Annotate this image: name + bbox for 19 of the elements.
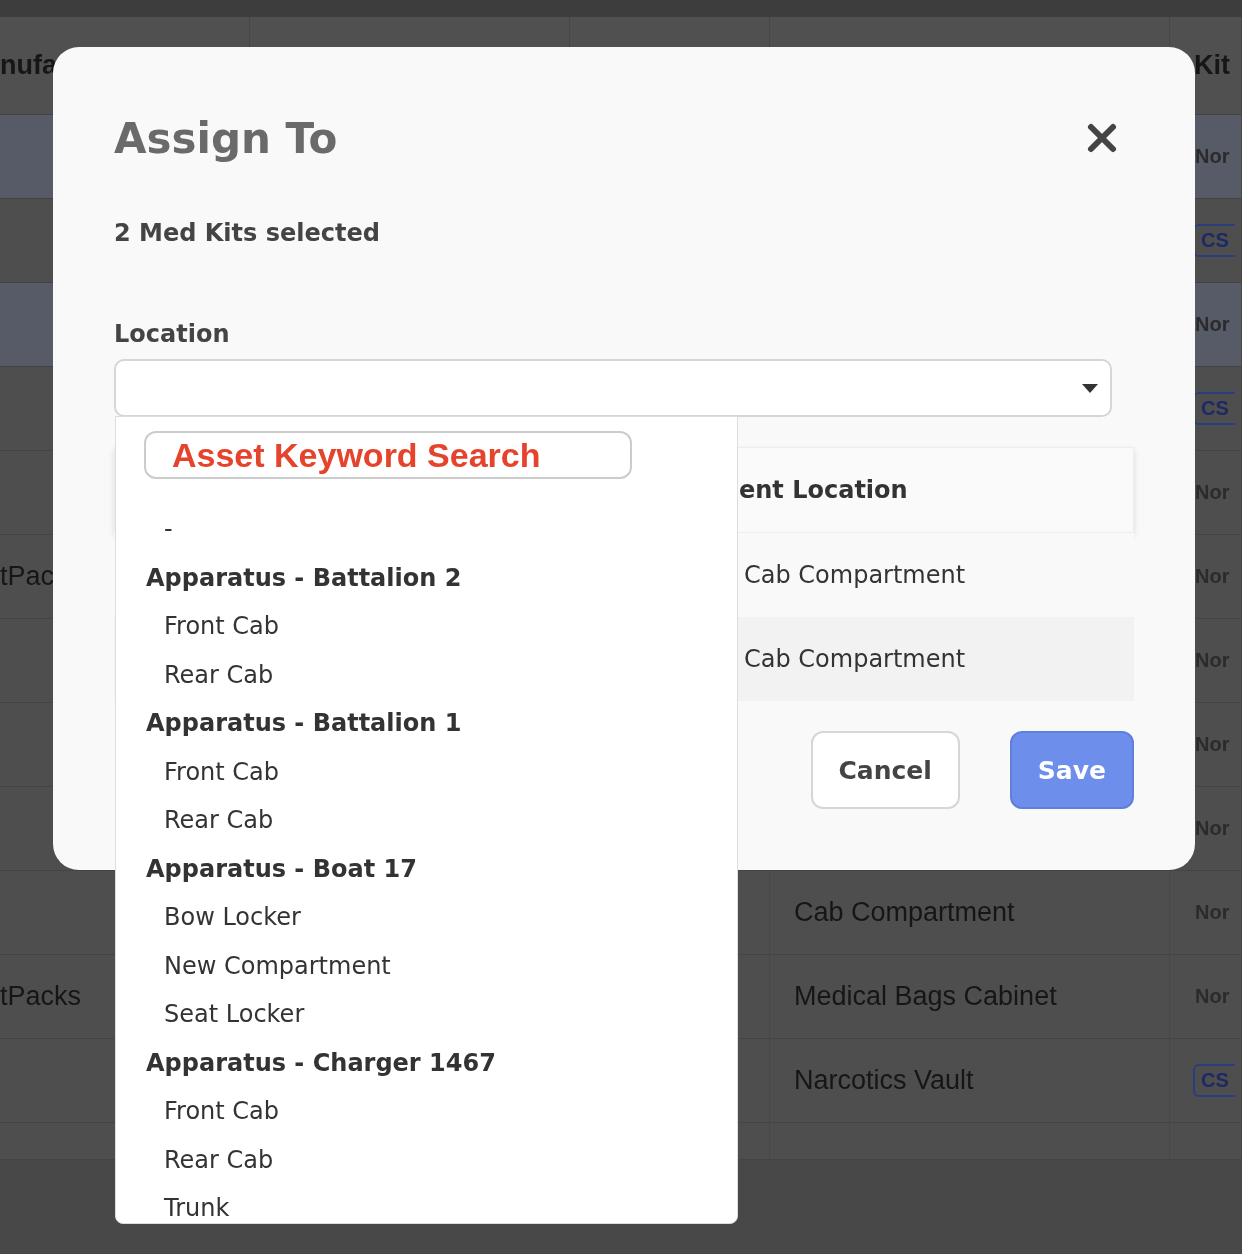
option-group-label: Apparatus - Battalion 2 <box>146 563 462 592</box>
option-group-label: Apparatus - Charger 1467 <box>146 1048 496 1077</box>
field-label: Location <box>114 319 231 350</box>
table-cell-text: Narcotics Vault <box>794 1065 974 1096</box>
table-cell-text: tPacks <box>0 981 82 1012</box>
column-header: Kit <box>1194 50 1230 81</box>
dialog-title: Assign To <box>114 113 338 163</box>
column-header: ent Location <box>739 476 908 504</box>
option-group-label: Apparatus - Boat 17 <box>146 854 417 883</box>
table-cell-text: Cab Compartment <box>744 561 966 589</box>
table-cell-text: Nor <box>1195 313 1230 336</box>
table-cell-text: Cab Compartment <box>744 645 966 673</box>
selection-count: 2 Med Kits selected <box>114 218 381 249</box>
table-cell-text: Cab Compartment <box>794 897 1015 928</box>
table-cell-text: Nor <box>1195 145 1230 168</box>
table-cell-text: tPac <box>0 561 55 592</box>
table-cell-text: Medical Bags Cabinet <box>794 981 1057 1012</box>
option-group-label: Apparatus - Battalion 1 <box>146 709 462 738</box>
column-header: nufa <box>0 50 57 81</box>
